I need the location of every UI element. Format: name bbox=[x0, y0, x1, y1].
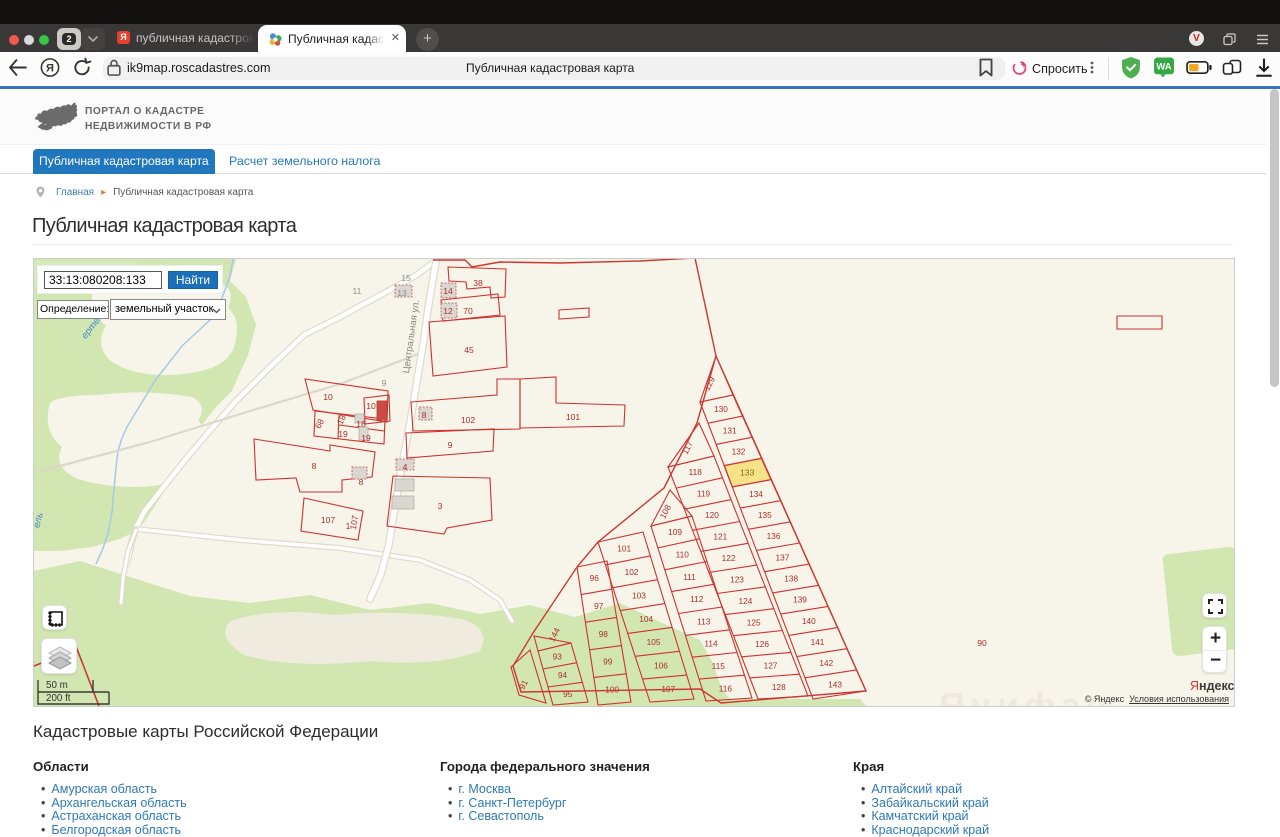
svg-text:109: 109 bbox=[668, 527, 682, 537]
svg-text:131: 131 bbox=[723, 425, 737, 435]
svg-text:93: 93 bbox=[553, 651, 563, 661]
svg-text:100: 100 bbox=[605, 685, 619, 695]
svg-text:19: 19 bbox=[338, 429, 348, 439]
svg-text:138: 138 bbox=[784, 574, 798, 584]
svg-text:132: 132 bbox=[732, 446, 746, 456]
svg-text:122: 122 bbox=[722, 553, 736, 563]
svg-text:3: 3 bbox=[438, 501, 443, 511]
svg-text:97: 97 bbox=[594, 601, 604, 611]
svg-text:106: 106 bbox=[654, 661, 668, 671]
svg-text:111: 111 bbox=[683, 572, 696, 582]
svg-text:11: 11 bbox=[353, 286, 362, 296]
svg-text:110: 110 bbox=[676, 550, 690, 560]
svg-text:8: 8 bbox=[359, 477, 364, 487]
svg-text:116: 116 bbox=[719, 683, 733, 693]
svg-text:Я: Я bbox=[46, 63, 54, 75]
svg-text:125: 125 bbox=[747, 617, 761, 627]
svg-text:38: 38 bbox=[473, 278, 483, 288]
svg-text:127: 127 bbox=[764, 660, 778, 670]
svg-text:121: 121 bbox=[713, 532, 727, 542]
svg-text:19: 19 bbox=[361, 433, 371, 443]
svg-text:113: 113 bbox=[697, 616, 711, 626]
svg-text:102: 102 bbox=[625, 567, 639, 577]
svg-text:94: 94 bbox=[558, 670, 568, 680]
svg-text:96: 96 bbox=[590, 573, 600, 583]
svg-text:70: 70 bbox=[463, 306, 473, 316]
svg-text:119: 119 bbox=[697, 489, 711, 499]
svg-text:13: 13 bbox=[397, 288, 407, 298]
svg-text:114: 114 bbox=[704, 639, 718, 649]
svg-text:8: 8 bbox=[422, 410, 427, 420]
svg-text:9: 9 bbox=[448, 440, 453, 450]
svg-text:126: 126 bbox=[755, 639, 769, 649]
svg-text:137: 137 bbox=[775, 552, 789, 562]
svg-text:98: 98 bbox=[599, 629, 609, 639]
svg-text:104: 104 bbox=[639, 614, 653, 624]
svg-text:4: 4 bbox=[403, 462, 408, 472]
svg-text:101: 101 bbox=[566, 412, 581, 422]
svg-text:8: 8 bbox=[312, 461, 317, 471]
svg-text:105: 105 bbox=[647, 637, 661, 647]
svg-text:141: 141 bbox=[811, 637, 825, 647]
svg-text:140: 140 bbox=[802, 616, 816, 626]
svg-text:133: 133 bbox=[740, 468, 755, 478]
svg-text:143: 143 bbox=[828, 679, 842, 689]
svg-text:142: 142 bbox=[819, 658, 833, 668]
svg-text:WA: WA bbox=[1156, 61, 1171, 72]
svg-text:101: 101 bbox=[617, 544, 631, 554]
svg-text:18: 18 bbox=[356, 419, 366, 429]
svg-text:115: 115 bbox=[712, 661, 726, 671]
svg-text:130: 130 bbox=[714, 404, 728, 414]
svg-text:107: 107 bbox=[321, 515, 336, 525]
svg-text:9: 9 bbox=[382, 378, 387, 388]
svg-text:118: 118 bbox=[689, 467, 703, 477]
svg-text:99: 99 bbox=[603, 657, 613, 667]
svg-text:90: 90 bbox=[977, 638, 987, 648]
svg-text:139: 139 bbox=[793, 595, 807, 605]
svg-text:135: 135 bbox=[758, 510, 772, 520]
svg-text:15: 15 bbox=[401, 273, 411, 283]
svg-text:128: 128 bbox=[772, 682, 786, 692]
svg-text:136: 136 bbox=[767, 531, 781, 541]
svg-text:124: 124 bbox=[738, 596, 752, 606]
svg-text:102: 102 bbox=[461, 415, 476, 425]
svg-text:120: 120 bbox=[705, 510, 719, 520]
svg-text:103: 103 bbox=[632, 590, 646, 600]
svg-text:14: 14 bbox=[443, 286, 453, 296]
svg-text:112: 112 bbox=[690, 594, 704, 604]
svg-text:45: 45 bbox=[464, 345, 474, 355]
svg-text:10: 10 bbox=[323, 392, 333, 402]
svg-text:123: 123 bbox=[730, 575, 744, 585]
svg-text:134: 134 bbox=[749, 489, 763, 499]
svg-text:10: 10 bbox=[366, 401, 376, 411]
svg-text:12: 12 bbox=[443, 306, 453, 316]
